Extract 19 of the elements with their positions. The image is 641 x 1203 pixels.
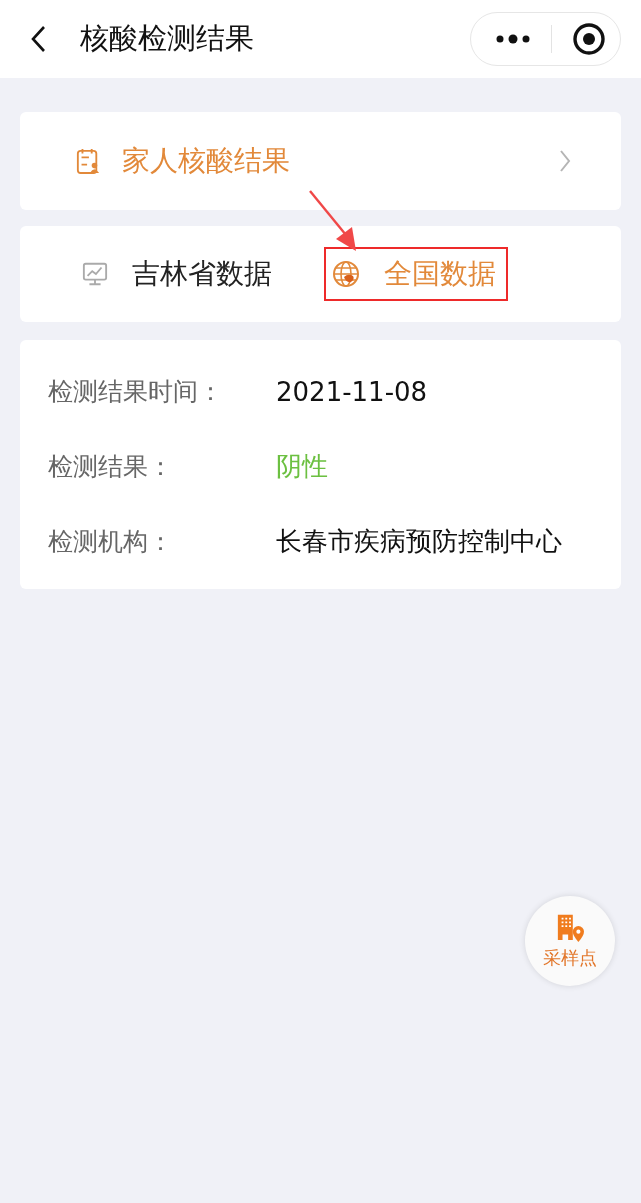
monitor-chart-icon <box>82 261 108 287</box>
more-icon[interactable] <box>495 34 531 44</box>
globe-icon <box>331 260 360 288</box>
data-tab[interactable]: 吉林省数据 <box>74 247 284 301</box>
clipboard-icon <box>76 147 100 175</box>
data-tab[interactable]: 全国数据 <box>323 247 508 301</box>
result-value: 阴性 <box>276 450 328 483</box>
close-icon[interactable] <box>572 22 606 56</box>
family-results-link[interactable]: 家人核酸结果 <box>20 112 621 210</box>
result-label: 检测结果时间： <box>48 376 224 408</box>
page-title: 核酸检测结果 <box>80 20 255 57</box>
result-label: 检测机构： <box>48 526 174 558</box>
chevron-right-icon <box>559 149 571 173</box>
result-value: 长春市疾病预防控制中心 <box>276 525 562 558</box>
building-pin-icon <box>556 912 584 942</box>
result-label: 检测结果： <box>48 451 174 483</box>
back-icon[interactable] <box>30 25 46 53</box>
result-value: 2021-11-08 <box>276 376 428 407</box>
sampling-point-button[interactable]: 采样点 <box>525 896 615 986</box>
